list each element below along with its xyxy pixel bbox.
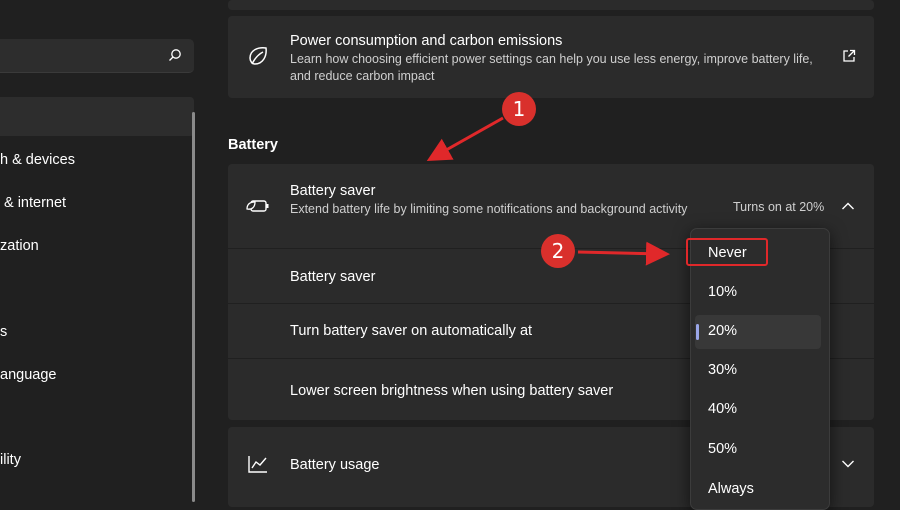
previous-card [228,0,874,10]
annotation-badge-1: 1 [502,92,536,126]
power-card-description: Learn how choosing efficient power setti… [290,52,813,83]
chart-icon [248,456,267,473]
selection-indicator [696,324,699,340]
option-10[interactable]: 10% [708,284,737,300]
battery-usage-title: Battery usage [290,457,380,473]
option-always[interactable]: Always [708,481,754,497]
sidebar: h & devices & internet zation s anguage … [0,0,205,502]
annotation-badge-2: 2 [541,234,575,268]
auto-on-label: Turn battery saver on automatically at [290,323,533,339]
open-external-icon[interactable] [842,49,856,63]
search-input[interactable] [0,39,194,73]
battery-section-title: Battery [228,137,278,153]
option-30[interactable]: 30% [708,362,737,378]
battery-saver-title: Battery saver [290,183,376,199]
sidebar-item-time-language[interactable]: anguage [0,367,56,383]
search-icon [169,49,181,61]
sidebar-scrollbar[interactable] [192,112,195,502]
power-consumption-card[interactable]: Power consumption and carbon emissions L… [228,16,874,98]
sidebar-item-selected[interactable] [0,97,194,136]
leaf-icon [249,47,267,65]
annotation-arrow-1 [426,116,504,161]
battery-saver-status: Turns on at 20% [733,200,825,214]
chevron-up-icon[interactable] [841,201,855,211]
option-20[interactable]: 20% [708,323,737,339]
sidebar-item-personalization[interactable]: zation [0,238,39,254]
sidebar-item-accessibility[interactable]: ility [0,452,21,468]
sidebar-item-accounts[interactable]: s [0,324,7,340]
sidebar-item-network-internet[interactable]: & internet [4,195,66,211]
option-50[interactable]: 50% [708,441,737,457]
battery-saver-icon [246,200,269,212]
battery-saver-description: Extend battery life by limiting some not… [290,202,688,216]
battery-saver-toggle-label: Battery saver [290,269,376,285]
auto-on-dropdown: Never 10% 20% 30% 40% 50% Always [690,228,830,510]
lower-brightness-label: Lower screen brightness when using batte… [290,383,614,399]
option-40[interactable]: 40% [708,401,737,417]
sidebar-item-bluetooth-devices[interactable]: h & devices [0,152,75,168]
power-card-title: Power consumption and carbon emissions [290,33,563,49]
chevron-down-icon[interactable] [841,459,855,469]
annotation-highlight-box [686,238,768,266]
